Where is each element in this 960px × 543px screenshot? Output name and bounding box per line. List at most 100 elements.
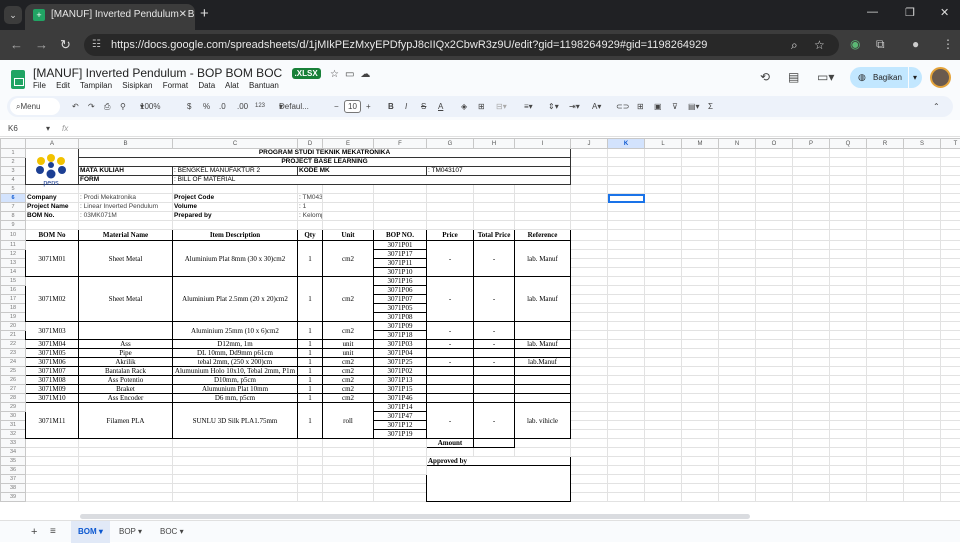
- cell-n18[interactable]: [719, 304, 756, 313]
- cell-f17[interactable]: 3071P07: [374, 295, 427, 304]
- cell-t22[interactable]: [941, 340, 960, 349]
- cell-f14[interactable]: 3071P10: [374, 268, 427, 277]
- row-header-4[interactable]: 4: [1, 176, 26, 185]
- cell-r9[interactable]: [867, 221, 904, 230]
- cell-e20[interactable]: cm2: [323, 322, 374, 340]
- cell-i27[interactable]: [515, 385, 571, 394]
- cell-l21[interactable]: [645, 331, 682, 340]
- text-wrap-icon[interactable]: ⇥▾: [569, 96, 580, 117]
- cell-a11[interactable]: 3071M01: [26, 241, 79, 277]
- cell-k7[interactable]: [608, 203, 645, 212]
- cell-n37[interactable]: [719, 475, 756, 484]
- cell-p33[interactable]: [793, 439, 830, 448]
- insert-comment-icon[interactable]: ⊞: [637, 96, 644, 117]
- cell-t24[interactable]: [941, 358, 960, 367]
- cell-q1[interactable]: [830, 149, 867, 158]
- cell-k18[interactable]: [608, 304, 645, 313]
- cell-h8[interactable]: [474, 212, 515, 221]
- cell-k32[interactable]: [608, 430, 645, 439]
- cell-h24[interactable]: -: [474, 358, 515, 367]
- cell-b38[interactable]: [79, 484, 173, 493]
- cell-j10[interactable]: [571, 230, 608, 241]
- cell-a27[interactable]: 3071M09: [26, 385, 79, 394]
- cell-a24[interactable]: 3071M06: [26, 358, 79, 367]
- cell-b37[interactable]: [79, 475, 173, 484]
- cell-n5[interactable]: [719, 185, 756, 194]
- cell-e33[interactable]: [323, 439, 374, 448]
- extensions-puzzle-icon[interactable]: ⧉: [876, 37, 885, 52]
- cell-s9[interactable]: [904, 221, 941, 230]
- cell-a37[interactable]: [26, 475, 79, 484]
- cell-l16[interactable]: [645, 286, 682, 295]
- cell-t20[interactable]: [941, 322, 960, 331]
- comments-icon[interactable]: ▤: [788, 70, 799, 84]
- row-header-5[interactable]: 5: [1, 185, 26, 194]
- column-header-j[interactable]: J: [571, 139, 608, 149]
- cell-r31[interactable]: [867, 421, 904, 430]
- cell-o35[interactable]: [756, 457, 793, 466]
- cell-s18[interactable]: [904, 304, 941, 313]
- row-header-23[interactable]: 23: [1, 349, 26, 358]
- cell-p35[interactable]: [793, 457, 830, 466]
- cell-e28[interactable]: cm2: [323, 394, 374, 403]
- cell-o38[interactable]: [756, 484, 793, 493]
- cell-q28[interactable]: [830, 394, 867, 403]
- document-title[interactable]: [MANUF] Inverted Pendulum - BOP BOM BOC: [33, 66, 282, 80]
- cell-d23[interactable]: 1: [298, 349, 323, 358]
- cell-r8[interactable]: [867, 212, 904, 221]
- cell-t34[interactable]: [941, 448, 960, 457]
- cell-n21[interactable]: [719, 331, 756, 340]
- cell-r27[interactable]: [867, 385, 904, 394]
- cell-n10[interactable]: [719, 230, 756, 241]
- cell-l18[interactable]: [645, 304, 682, 313]
- cell-j3[interactable]: [571, 167, 608, 176]
- bookmark-star-icon[interactable]: ☆: [814, 34, 825, 56]
- cell-d33[interactable]: [298, 439, 323, 448]
- row-header-30[interactable]: 30: [1, 412, 26, 421]
- cell-f36[interactable]: [374, 466, 427, 475]
- cell-p10[interactable]: [793, 230, 830, 241]
- menu-tools[interactable]: Alat: [225, 81, 239, 90]
- cell-o1[interactable]: [756, 149, 793, 158]
- cell-m27[interactable]: [682, 385, 719, 394]
- column-header-r[interactable]: R: [867, 139, 904, 149]
- cell-k37[interactable]: [608, 475, 645, 484]
- cell-i5[interactable]: [515, 185, 571, 194]
- cell-j24[interactable]: [571, 358, 608, 367]
- cell-t15[interactable]: [941, 277, 960, 286]
- cell-t27[interactable]: [941, 385, 960, 394]
- cell-c5[interactable]: [173, 185, 298, 194]
- cell-s38[interactable]: [904, 484, 941, 493]
- row-header-7[interactable]: 7: [1, 203, 26, 212]
- cell-o9[interactable]: [756, 221, 793, 230]
- cell-p2[interactable]: [793, 158, 830, 167]
- row-header-15[interactable]: 15: [1, 277, 26, 286]
- column-header-d[interactable]: D: [298, 139, 323, 149]
- cell-j19[interactable]: [571, 313, 608, 322]
- cell-r20[interactable]: [867, 322, 904, 331]
- row-header-10[interactable]: 10: [1, 230, 26, 241]
- cell-c35[interactable]: [173, 457, 298, 466]
- cell-h28[interactable]: [474, 394, 515, 403]
- font-size-input[interactable]: 10: [344, 100, 361, 113]
- row-header-3[interactable]: 3: [1, 167, 26, 176]
- cell-r36[interactable]: [867, 466, 904, 475]
- cell-n12[interactable]: [719, 250, 756, 259]
- cell-b11[interactable]: Sheet Metal: [79, 241, 173, 277]
- menu-view[interactable]: Tampilan: [80, 81, 112, 90]
- cell-i22[interactable]: lab. Manuf: [515, 340, 571, 349]
- cell-l24[interactable]: [645, 358, 682, 367]
- cell-s14[interactable]: [904, 268, 941, 277]
- cell-n31[interactable]: [719, 421, 756, 430]
- cell-o10[interactable]: [756, 230, 793, 241]
- cell-h9[interactable]: [474, 221, 515, 230]
- cell-t13[interactable]: [941, 259, 960, 268]
- cell-r1[interactable]: [867, 149, 904, 158]
- cell-s8[interactable]: [904, 212, 941, 221]
- cell-n35[interactable]: [719, 457, 756, 466]
- cell-t21[interactable]: [941, 331, 960, 340]
- cell-m19[interactable]: [682, 313, 719, 322]
- cell-k2[interactable]: [608, 158, 645, 167]
- cell-n23[interactable]: [719, 349, 756, 358]
- cell-k1[interactable]: [608, 149, 645, 158]
